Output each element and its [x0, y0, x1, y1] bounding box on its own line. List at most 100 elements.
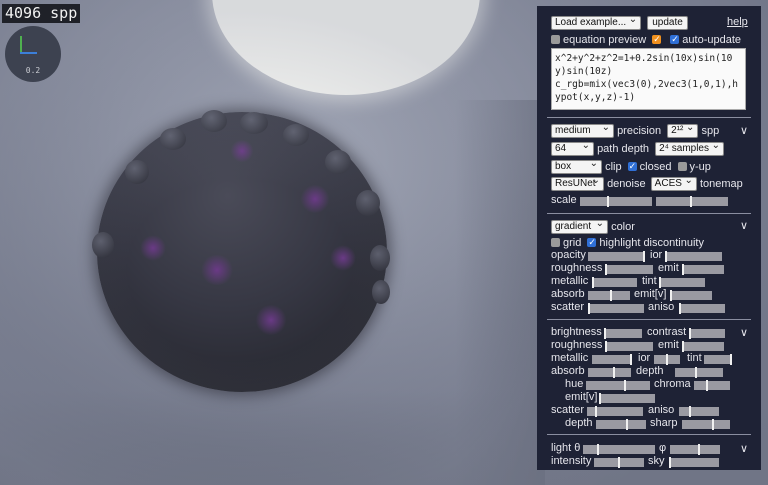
absorb-slider[interactable]	[588, 290, 630, 301]
bg-hue-slider[interactable]	[586, 380, 650, 391]
closed-checkbox[interactable]	[627, 159, 637, 173]
samples-select[interactable]: 2⁴ samples	[655, 140, 724, 157]
light-phi-label: φ	[659, 442, 667, 454]
clip-select[interactable]: box	[551, 158, 602, 175]
roughness-label: roughness	[551, 262, 603, 274]
precision-label: precision	[617, 125, 662, 137]
bg-chroma-label: chroma	[654, 378, 691, 390]
bg-sharp-label: sharp	[650, 417, 678, 429]
bg-scatter-slider[interactable]	[587, 406, 643, 417]
emitv-label: emit[v]	[634, 288, 667, 300]
auto-update-checkbox[interactable]	[670, 32, 680, 46]
tonemap-select[interactable]: ACES	[650, 175, 697, 192]
scale-slider[interactable]	[580, 196, 652, 207]
bg-aniso-slider[interactable]	[679, 406, 719, 417]
closed-label: closed	[639, 161, 672, 173]
bg-hue-label: hue	[565, 378, 584, 390]
roughness-slider[interactable]	[605, 264, 653, 275]
emit-slider[interactable]	[682, 264, 724, 275]
equation-text: x^2+y^2+z^2=1+0.2sin(10x)sin(10y)sin(10z…	[555, 53, 739, 103]
y-axis-icon	[20, 36, 22, 53]
bg-emit-slider[interactable]	[682, 341, 724, 352]
path-depth-select[interactable]: 64	[551, 140, 594, 157]
clip-label: clip	[605, 161, 622, 173]
path-depth-label: path depth	[597, 143, 650, 155]
bg-tint-slider[interactable]	[704, 354, 732, 365]
bg-depth-label: depth	[636, 365, 664, 377]
scale-label: scale	[551, 194, 577, 206]
aniso-slider[interactable]	[679, 303, 725, 314]
emit-label: emit	[658, 262, 679, 274]
equation-textarea[interactable]: x^2+y^2+z^2=1+0.2sin(10x)sin(10y)sin(10z…	[551, 48, 746, 110]
equation-preview-checkbox[interactable]	[551, 34, 560, 44]
bg-contrast-label: contrast	[647, 326, 687, 338]
opacity-slider[interactable]	[588, 251, 645, 262]
bg-roughness-label: roughness	[551, 339, 603, 351]
opacity-label: opacity	[551, 249, 586, 261]
bg-sharp-slider[interactable]	[682, 419, 730, 430]
yup-checkbox[interactable]	[677, 161, 687, 171]
scale-slider-2[interactable]	[656, 196, 728, 207]
intensity-slider[interactable]	[594, 457, 644, 468]
light-theta-slider[interactable]	[583, 444, 655, 455]
update-button[interactable]: update	[647, 16, 688, 31]
tonemap-label: tonemap	[699, 178, 743, 190]
bg-metallic-slider[interactable]	[592, 354, 632, 365]
bg-brightness-slider[interactable]	[604, 328, 642, 339]
bg-emitv-label: emit[v]	[565, 391, 598, 403]
metallic-slider[interactable]	[592, 277, 637, 288]
aniso-label: aniso	[648, 301, 675, 313]
bg-ior-slider[interactable]	[654, 354, 680, 365]
divider	[547, 319, 751, 320]
bg-roughness-slider[interactable]	[605, 341, 653, 352]
divider	[547, 213, 751, 214]
bg-absorb-slider[interactable]	[588, 367, 631, 378]
control-panel: Load example... update help equation pre…	[537, 6, 761, 470]
x-axis-icon	[20, 52, 37, 54]
metallic-label: metallic	[551, 275, 589, 287]
bg-contrast-slider[interactable]	[689, 328, 725, 339]
load-example-select[interactable]: Load example...	[551, 14, 642, 31]
highlight-discontinuity-checkbox[interactable]	[587, 235, 597, 249]
bg-depth2-label: depth	[565, 417, 593, 429]
bg-ior-label: ior	[638, 352, 651, 364]
spp-counter: 4096 spp	[2, 4, 81, 23]
light-phi-slider[interactable]	[670, 444, 720, 455]
bg-chroma-slider[interactable]	[694, 380, 730, 391]
auto-update-label: auto-update	[682, 34, 742, 46]
collapse-chevron-icon[interactable]: ∨	[740, 442, 748, 455]
bg-metallic-label: metallic	[551, 352, 589, 364]
bg-tint-label: tint	[687, 352, 702, 364]
ior-label: ior	[650, 249, 663, 261]
spp-select[interactable]: 2¹²	[667, 122, 699, 139]
tint-slider[interactable]	[659, 277, 705, 288]
ior-slider[interactable]	[665, 251, 722, 262]
light-theta-label: light θ	[551, 442, 581, 454]
bg-depth2-slider[interactable]	[596, 419, 646, 430]
help-link[interactable]: help	[727, 16, 748, 28]
bg-emitv-slider[interactable]	[599, 393, 655, 404]
grid-checkbox[interactable]	[551, 237, 560, 247]
collapse-chevron-icon[interactable]: ∨	[740, 219, 748, 232]
divider	[547, 434, 751, 435]
collapse-chevron-icon[interactable]: ∨	[740, 124, 748, 137]
bg-brightness-label: brightness	[551, 326, 602, 338]
tint-label: tint	[642, 275, 657, 287]
bg-scatter-label: scatter	[551, 404, 585, 416]
color-mode-select[interactable]: gradient	[551, 218, 608, 235]
precision-select[interactable]: medium	[551, 122, 614, 139]
denoise-select[interactable]: ResUNet	[551, 177, 604, 192]
divider	[547, 117, 751, 118]
collapse-chevron-icon[interactable]: ∨	[740, 326, 748, 339]
equation-preview-toggle[interactable]	[652, 32, 662, 46]
absorb-label: absorb	[551, 288, 585, 300]
scatter-slider[interactable]	[588, 303, 644, 314]
bg-depth-slider[interactable]	[675, 367, 723, 378]
sky-slider[interactable]	[669, 457, 719, 468]
emitv-slider[interactable]	[670, 290, 712, 301]
sky-label: sky	[648, 455, 665, 467]
bg-aniso-label: aniso	[648, 404, 675, 416]
axis-gizmo[interactable]: 0.2	[5, 26, 61, 82]
color-label: color	[611, 221, 635, 233]
grid-label: grid	[563, 237, 582, 249]
